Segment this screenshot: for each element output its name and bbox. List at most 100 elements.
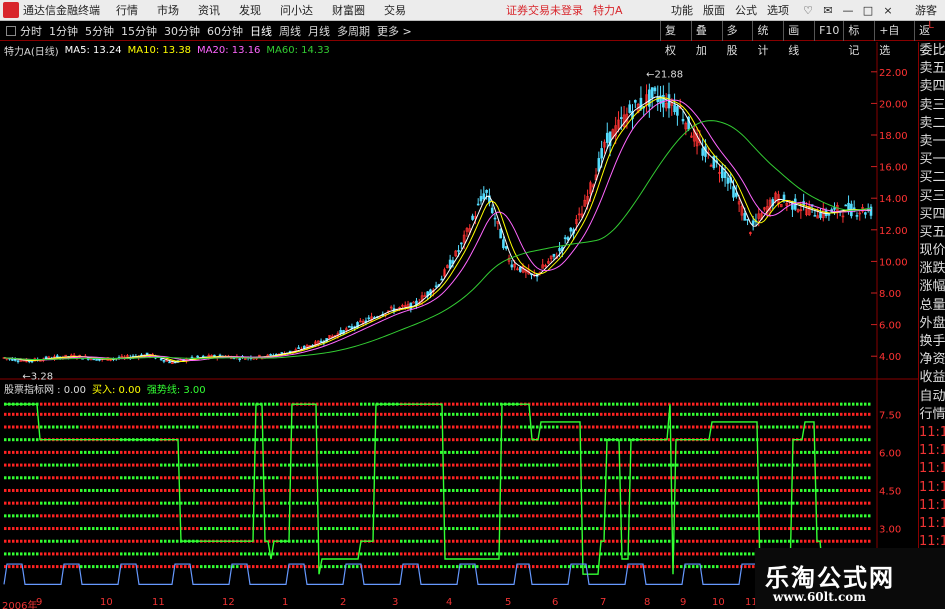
close-icon[interactable]: ×	[879, 4, 897, 17]
menu-wealth[interactable]: 财富圈	[332, 2, 365, 18]
indicator-band-dot	[20, 514, 23, 518]
menu-discover[interactable]: 发现	[239, 2, 261, 18]
indicator-band-dot	[468, 527, 471, 531]
menu-options[interactable]: 选项	[767, 2, 789, 18]
side-panel-item[interactable]: 11:11	[919, 515, 945, 533]
period-more[interactable]: 更多 >	[377, 23, 412, 39]
menu-layout[interactable]: 版面	[703, 2, 725, 18]
period-15min[interactable]: 15分钟	[121, 23, 157, 39]
period-30min[interactable]: 30分钟	[164, 23, 200, 39]
minimize-icon[interactable]: —	[839, 4, 857, 17]
side-panel-item[interactable]: 买五	[919, 224, 945, 242]
add-favorite-button[interactable]: +自选	[874, 21, 914, 57]
mail-icon[interactable]: ✉	[819, 4, 837, 17]
adjust-button[interactable]: 复权	[660, 21, 691, 57]
indicator-band-dot	[44, 402, 47, 406]
indicator-band-dot	[128, 501, 131, 505]
side-panel-item[interactable]: 现价	[919, 242, 945, 260]
guest-label[interactable]: 游客	[915, 2, 937, 18]
indicator-band-dot	[496, 438, 499, 442]
login-status[interactable]: 证券交易未登录	[506, 2, 583, 18]
indicator-band-dot	[436, 527, 439, 531]
indicator-band-dot	[116, 488, 119, 492]
side-panel-item[interactable]: 涨幅	[919, 278, 945, 296]
side-panel-item[interactable]: 委比	[919, 42, 945, 60]
indicator-band-dot	[124, 488, 127, 492]
side-panel-item[interactable]: 收益	[919, 369, 945, 387]
indicator-band-dot	[784, 412, 787, 416]
indicator-band-dot	[336, 412, 339, 416]
menu-formula[interactable]: 公式	[735, 2, 757, 18]
side-panel-item[interactable]: 卖三	[919, 97, 945, 115]
side-panel-item[interactable]: 卖四	[919, 78, 945, 96]
menu-news[interactable]: 资讯	[198, 2, 220, 18]
indicator-band-dot	[364, 527, 367, 531]
indicator-band-dot	[256, 539, 259, 543]
menu-trade[interactable]: 交易	[384, 2, 406, 18]
side-panel-item[interactable]: 自动	[919, 388, 945, 406]
indicator-band-dot	[680, 412, 683, 416]
indicator-band-dot	[24, 527, 27, 531]
indicator-band-dot	[472, 565, 475, 569]
indicator-band-dot	[544, 565, 547, 569]
indicator-band-dot	[472, 450, 475, 454]
side-panel-item[interactable]: 外盘	[919, 315, 945, 333]
indicator-band-dot	[80, 425, 83, 429]
side-panel-item[interactable]: 11:11	[919, 479, 945, 497]
side-panel-item[interactable]: 卖一	[919, 133, 945, 151]
menu-function[interactable]: 功能	[671, 2, 693, 18]
side-panel-item[interactable]: 净资	[919, 351, 945, 369]
indicator-band-dot	[600, 463, 603, 467]
side-panel-item[interactable]: 11:11	[919, 442, 945, 460]
indicator-band-dot	[196, 488, 199, 492]
statistics-button[interactable]: 统计	[752, 21, 783, 57]
period-5min[interactable]: 5分钟	[85, 23, 114, 39]
period-1min[interactable]: 1分钟	[49, 23, 78, 39]
period-monthly[interactable]: 月线	[308, 23, 330, 39]
menu-quotes[interactable]: 行情	[116, 2, 138, 18]
side-panel-item[interactable]: 买四	[919, 206, 945, 224]
indicator-band-dot	[348, 539, 351, 543]
period-multi[interactable]: 多周期	[337, 23, 370, 39]
side-panel-item[interactable]: 11:11	[919, 497, 945, 515]
corner-badge[interactable]: L	[917, 21, 945, 41]
period-weekly[interactable]: 周线	[279, 23, 301, 39]
overlay-button[interactable]: 叠加	[690, 21, 722, 57]
side-panel-item[interactable]: 换手	[919, 333, 945, 351]
side-panel-item[interactable]: 11:11	[919, 460, 945, 478]
indicator-band-dot	[660, 514, 663, 518]
multi-stock-button[interactable]: 多股	[721, 21, 753, 57]
period-daily[interactable]: 日线	[250, 23, 272, 39]
indicator-band-dot	[660, 412, 663, 416]
indicator-band-dot	[24, 425, 27, 429]
side-panel-item[interactable]: 卖五	[919, 60, 945, 78]
toggle-checkbox[interactable]	[6, 25, 16, 36]
candlestick-chart[interactable]: 22.0020.0018.0016.0014.0012.0010.008.006…	[0, 42, 918, 597]
menu-market[interactable]: 市场	[157, 2, 179, 18]
indicator-band-dot	[644, 501, 647, 505]
period-tick[interactable]: 分时	[20, 23, 42, 39]
indicator-band-dot	[752, 488, 755, 492]
side-panel-item[interactable]: 涨跌	[919, 260, 945, 278]
indicator-band-dot	[592, 438, 595, 442]
draw-line-button[interactable]: 画线	[783, 21, 814, 57]
indicator-band-dot	[800, 501, 803, 505]
indicator-band-dot	[520, 463, 523, 467]
side-panel-item[interactable]: 行情	[919, 406, 945, 424]
side-panel-item[interactable]: 买一	[919, 151, 945, 169]
mark-button[interactable]: 标记	[843, 21, 874, 57]
side-panel-item[interactable]: 卖二	[919, 115, 945, 133]
side-panel-item[interactable]: 总量	[919, 297, 945, 315]
indicator-band-dot	[60, 488, 63, 492]
maximize-icon[interactable]: □	[859, 4, 877, 17]
favorite-icon[interactable]: ♡	[799, 4, 817, 17]
side-panel-item[interactable]: 买二	[919, 169, 945, 187]
indicator-band-dot	[764, 514, 767, 518]
indicator-band-dot	[712, 539, 715, 543]
indicator-band-dot	[716, 476, 719, 480]
f10-button[interactable]: F10	[814, 21, 843, 41]
side-panel-item[interactable]: 买三	[919, 188, 945, 206]
period-60min[interactable]: 60分钟	[207, 23, 243, 39]
side-panel-item[interactable]: 11:11	[919, 424, 945, 442]
menu-ask[interactable]: 问小达	[280, 2, 313, 18]
